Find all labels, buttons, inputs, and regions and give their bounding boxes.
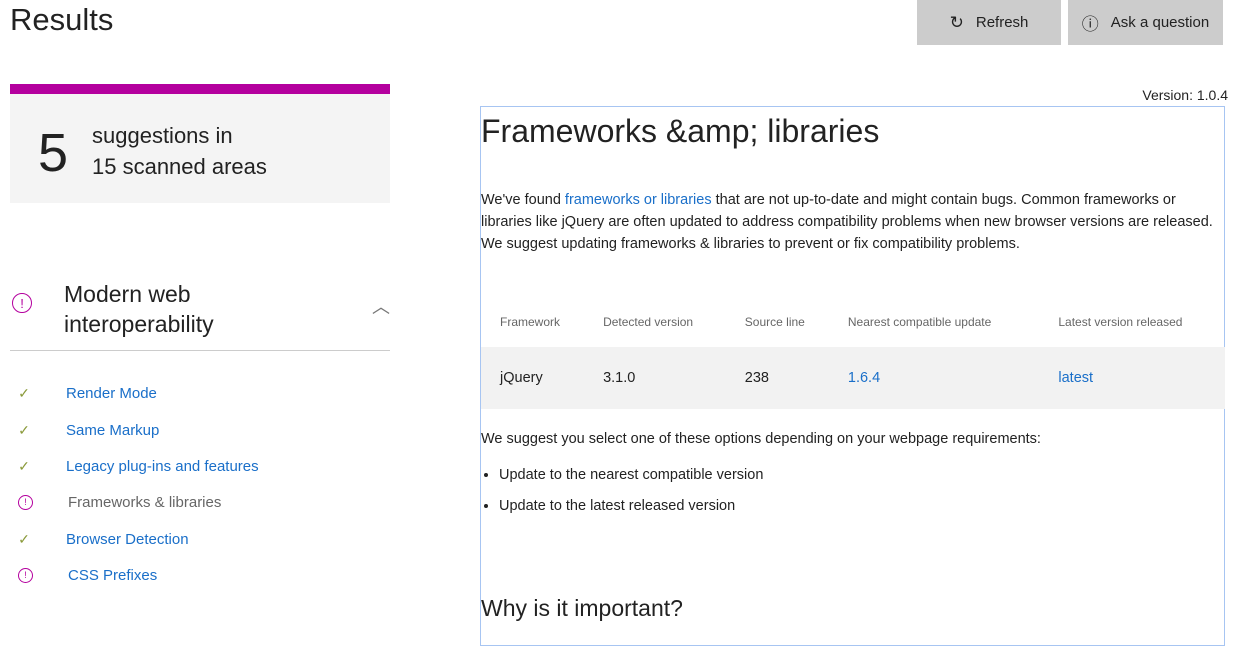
check-icon: ✓: [18, 530, 30, 547]
refresh-label: Refresh: [975, 14, 1029, 31]
page-title: Results: [10, 2, 114, 37]
nav-link-current[interactable]: Frameworks & libraries: [68, 494, 221, 511]
table-row: jQuery 3.1.0 238 1.6.4 latest: [481, 347, 1225, 409]
version-label: Version: 1.0.4: [1142, 87, 1228, 103]
divider: [10, 350, 390, 351]
source-line-cell: 238: [725, 347, 829, 409]
refresh-icon: ↻: [949, 12, 964, 32]
options-text: We suggest you select one of these optio…: [481, 431, 1041, 447]
subheading: Why is it important?: [481, 595, 683, 621]
warning-icon: !: [18, 494, 33, 510]
section-title-line2: interoperability: [64, 311, 214, 337]
chevron-up-icon[interactable]: ︿: [372, 293, 390, 319]
latest-version-cell: latest: [1039, 347, 1225, 409]
nearest-update-link[interactable]: 1.6.4: [848, 370, 880, 386]
table-header-row: Framework Detected version Source line N…: [481, 297, 1225, 347]
list-item: Update to the nearest compatible version: [499, 467, 763, 483]
section-title: Modern web interoperability: [64, 279, 284, 339]
warning-icon: !: [18, 567, 33, 583]
ask-label: Ask a question: [1110, 14, 1210, 31]
summary-line1: suggestions in: [92, 123, 233, 148]
frameworks-table: Framework Detected version Source line N…: [481, 297, 1225, 409]
framework-cell: jQuery: [481, 347, 585, 409]
nav-item-render-mode[interactable]: ✓ Render Mode: [14, 382, 157, 404]
refresh-button[interactable]: ↻ Refresh: [917, 0, 1061, 45]
check-icon: ✓: [18, 421, 30, 438]
nav-link[interactable]: Legacy plug-ins and features: [66, 458, 259, 475]
nav-item-browser-detection[interactable]: ✓ Browser Detection: [14, 528, 189, 550]
details-panel: Frameworks &amp; libraries We've found f…: [480, 106, 1225, 646]
column-header: Latest version released: [1058, 315, 1183, 329]
latest-version-link[interactable]: latest: [1058, 370, 1093, 386]
options-list: Update to the nearest compatible version…: [481, 467, 763, 529]
section-title-line1: Modern web: [64, 281, 191, 307]
check-icon: ✓: [18, 457, 30, 474]
nav-item-same-markup[interactable]: ✓ Same Markup: [14, 419, 159, 441]
intro-text: We've found: [481, 192, 565, 208]
nav-item-frameworks[interactable]: ! Frameworks & libraries: [14, 491, 221, 513]
detected-version-cell: 3.1.0: [584, 347, 726, 409]
ask-question-button[interactable]: ⓘ Ask a question: [1068, 0, 1223, 45]
column-header: Detected version: [603, 315, 694, 329]
suggestion-count: 5: [38, 123, 69, 183]
nav-link[interactable]: Same Markup: [66, 422, 159, 439]
summary-line2: 15 scanned areas: [92, 154, 267, 179]
nav-link[interactable]: CSS Prefixes: [68, 567, 157, 584]
check-icon: ✓: [18, 384, 30, 401]
summary-card: 5 suggestions in 15 scanned areas: [10, 84, 390, 203]
nav-link[interactable]: Browser Detection: [66, 531, 189, 548]
intro-paragraph: We've found frameworks or libraries that…: [481, 189, 1216, 255]
nearest-update-cell: 1.6.4: [828, 347, 1040, 409]
column-header: Source line: [744, 315, 805, 329]
nav-item-css-prefixes[interactable]: ! CSS Prefixes: [14, 564, 157, 586]
column-header: Nearest compatible update: [847, 315, 992, 329]
list-item: Update to the latest released version: [499, 498, 763, 514]
details-heading: Frameworks &amp; libraries: [481, 113, 880, 149]
nav-item-legacy-plugins[interactable]: ✓ Legacy plug-ins and features: [14, 455, 259, 477]
column-header: Framework: [500, 315, 561, 329]
warning-icon: !: [12, 293, 32, 313]
nav-link[interactable]: Render Mode: [66, 385, 157, 402]
summary-text: suggestions in 15 scanned areas: [92, 120, 292, 182]
frameworks-link[interactable]: frameworks or libraries: [565, 192, 712, 208]
question-icon: ⓘ: [1081, 15, 1099, 34]
